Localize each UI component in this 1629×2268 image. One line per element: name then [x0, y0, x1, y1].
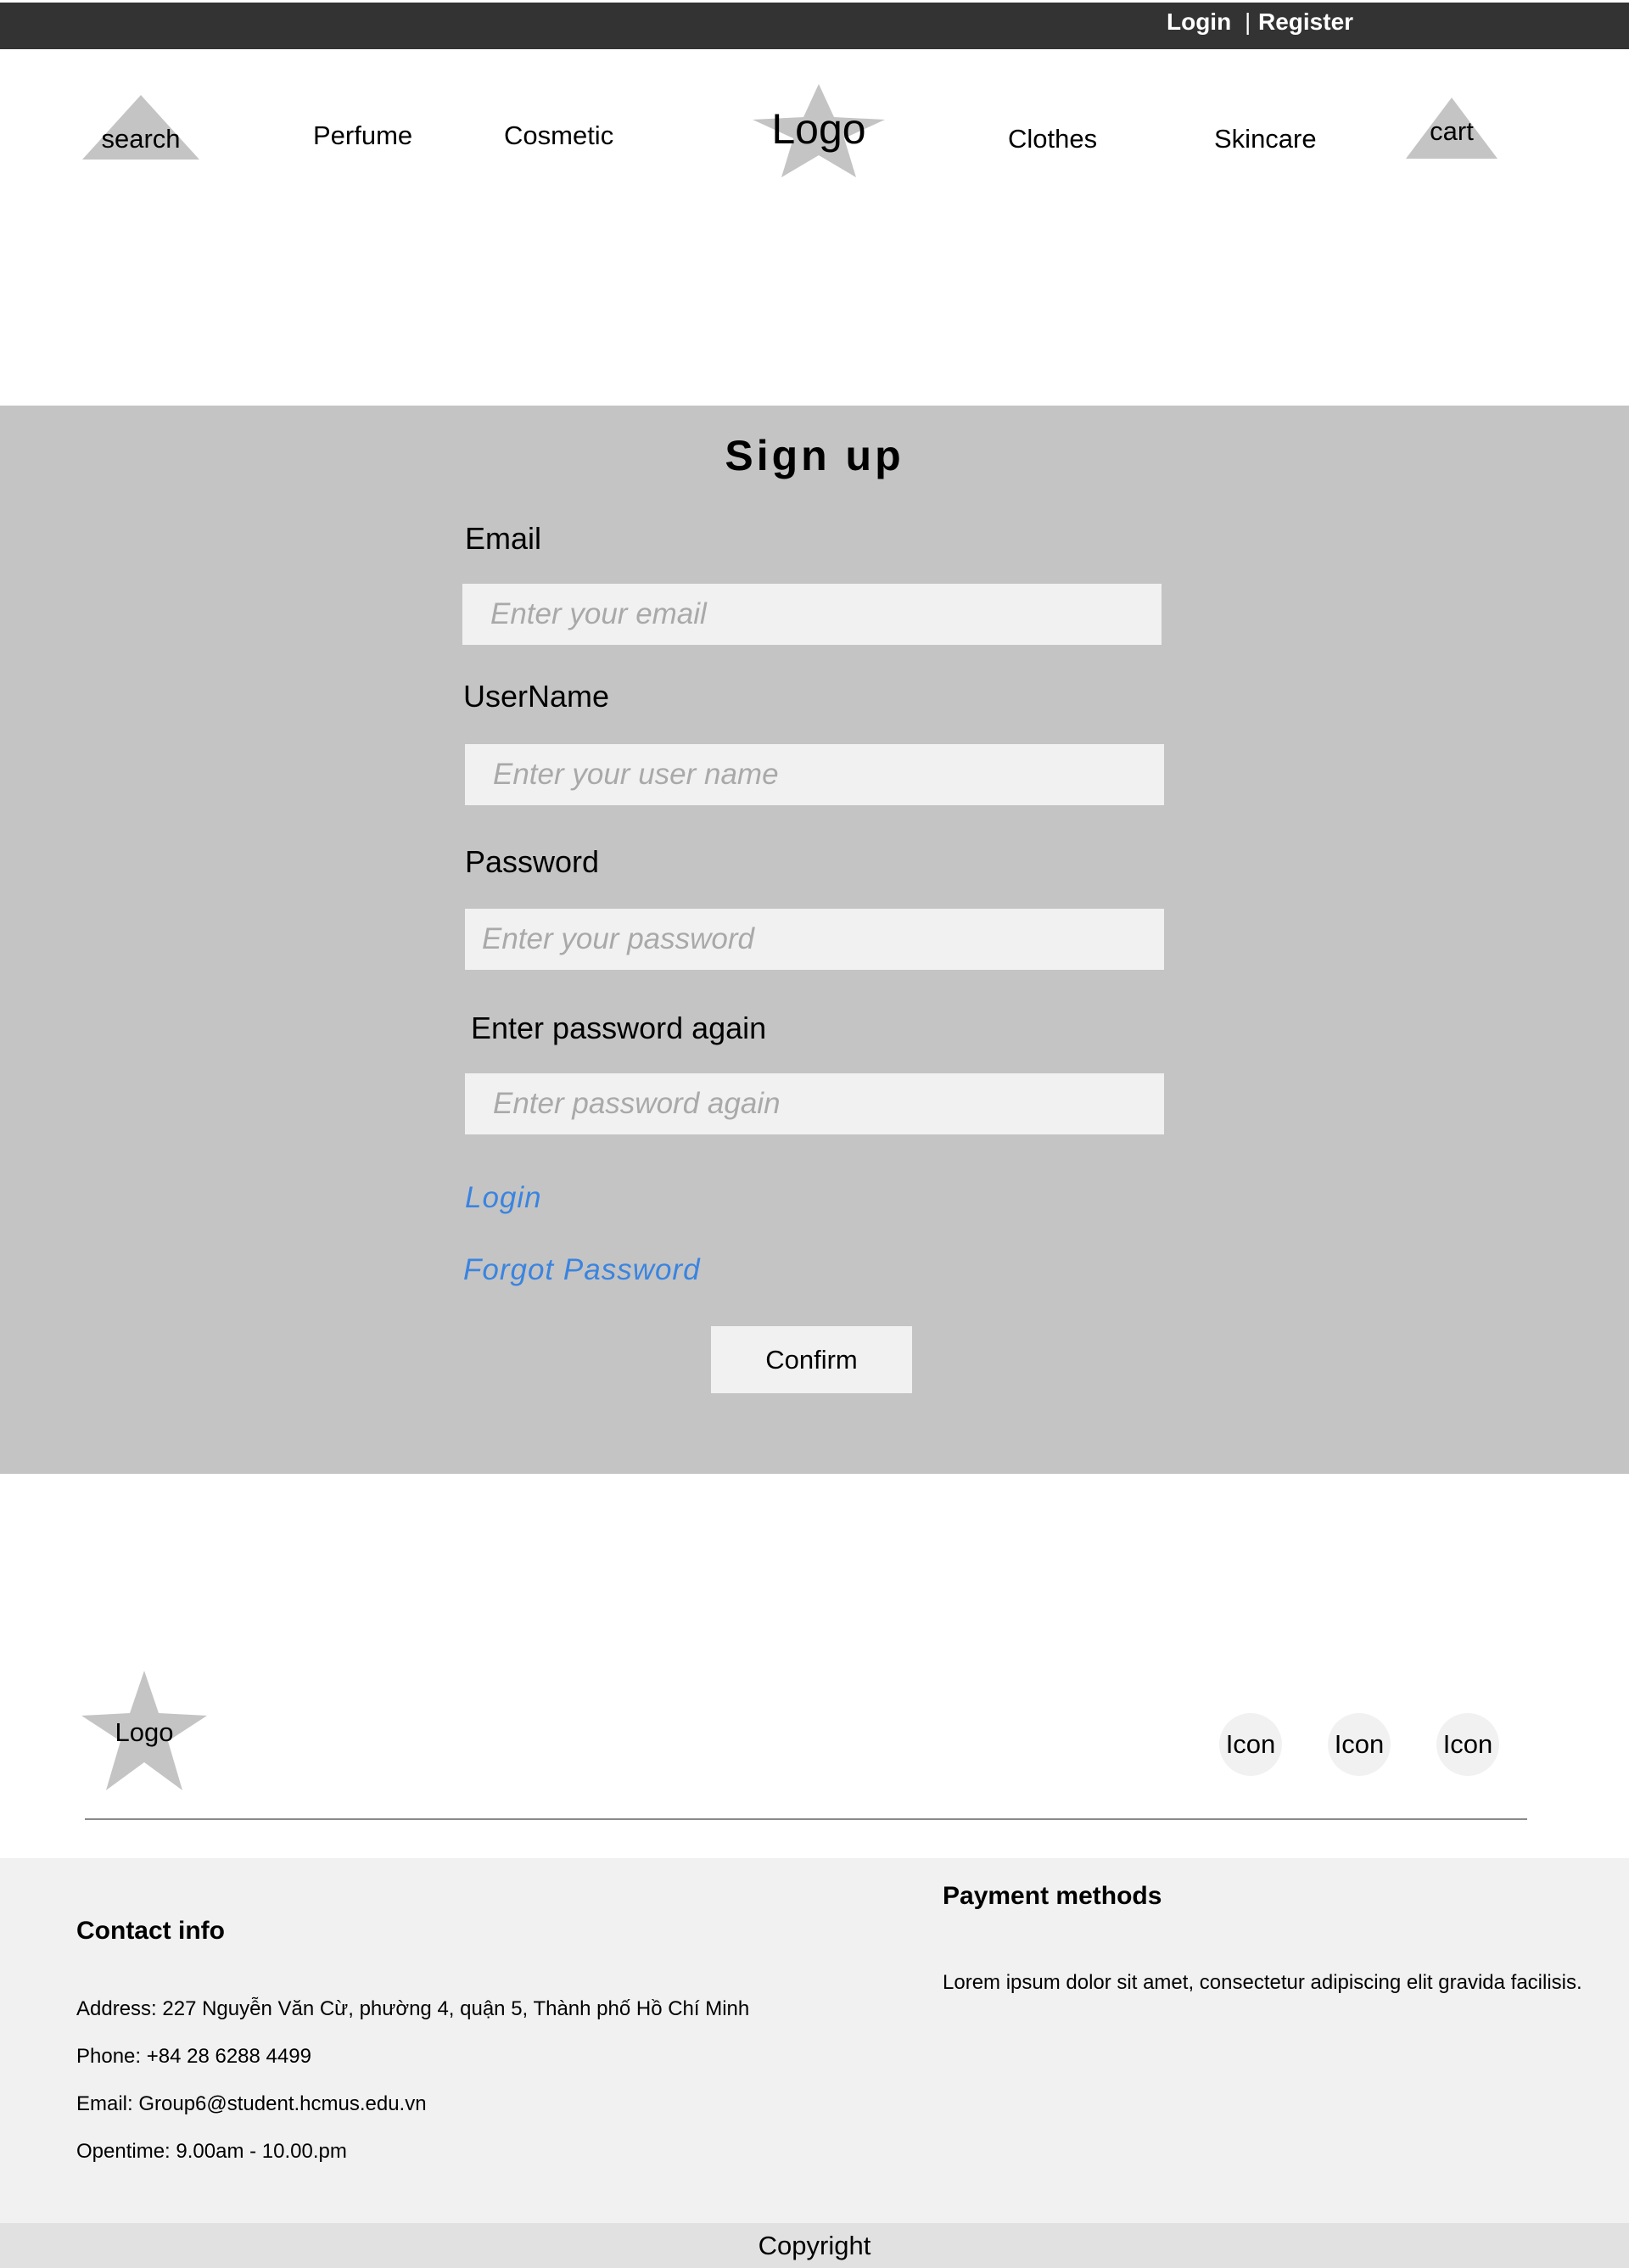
search-label: search — [101, 124, 181, 154]
footer-info-section — [0, 1858, 1629, 2223]
copyright: Copyright — [0, 2223, 1629, 2268]
contact-address: Address: 227 Nguyễn Văn Cừ, phường 4, qu… — [76, 1997, 750, 2020]
social-icon-1[interactable]: Icon — [1219, 1713, 1282, 1776]
logo-star[interactable]: Logo — [751, 82, 887, 179]
logo-label: Logo — [771, 105, 866, 153]
nav-item-skincare[interactable]: Skincare — [1214, 124, 1317, 154]
password-again-field[interactable] — [465, 1073, 1164, 1134]
username-label: UserName — [463, 679, 610, 714]
email-label: Email — [465, 521, 542, 556]
nav-item-clothes[interactable]: Clothes — [1008, 124, 1097, 154]
nav-item-perfume[interactable]: Perfume — [313, 120, 412, 151]
forgot-password-link[interactable]: Forgot Password — [463, 1253, 701, 1287]
footer-logo-star[interactable]: Logo — [80, 1669, 209, 1792]
top-bar — [0, 3, 1629, 49]
password-again-label: Enter password again — [471, 1011, 767, 1045]
register-link[interactable]: Register — [1258, 8, 1353, 36]
social-icon-3[interactable]: Icon — [1436, 1713, 1499, 1776]
cart-icon[interactable]: cart — [1405, 96, 1498, 160]
footer-divider — [85, 1818, 1527, 1820]
signup-title: Sign up — [725, 432, 904, 479]
footer-logo-label: Logo — [115, 1716, 174, 1747]
contact-email: Email: Group6@student.hcmus.edu.vn — [76, 2092, 427, 2115]
login-link[interactable]: Login — [1167, 8, 1231, 36]
confirm-button[interactable]: Confirm — [711, 1326, 912, 1393]
top-separator: | — [1245, 8, 1251, 35]
contact-opentime: Opentime: 9.00am - 10.00.pm — [76, 2140, 347, 2163]
password-field[interactable] — [465, 909, 1164, 970]
payment-heading: Payment methods — [943, 1882, 1162, 1910]
cart-label: cart — [1430, 116, 1474, 146]
social-icon-2[interactable]: Icon — [1328, 1713, 1391, 1776]
password-label: Password — [465, 844, 600, 879]
search-icon[interactable]: search — [81, 93, 200, 161]
contact-heading: Contact info — [76, 1917, 225, 1945]
login-link-form[interactable]: Login — [465, 1181, 542, 1215]
email-field[interactable] — [462, 584, 1162, 645]
contact-phone: Phone: +84 28 6288 4499 — [76, 2045, 311, 2068]
nav-item-cosmetic[interactable]: Cosmetic — [504, 120, 613, 151]
username-field[interactable] — [465, 744, 1164, 805]
payment-text: Lorem ipsum dolor sit amet, consectetur … — [943, 1971, 1582, 1994]
